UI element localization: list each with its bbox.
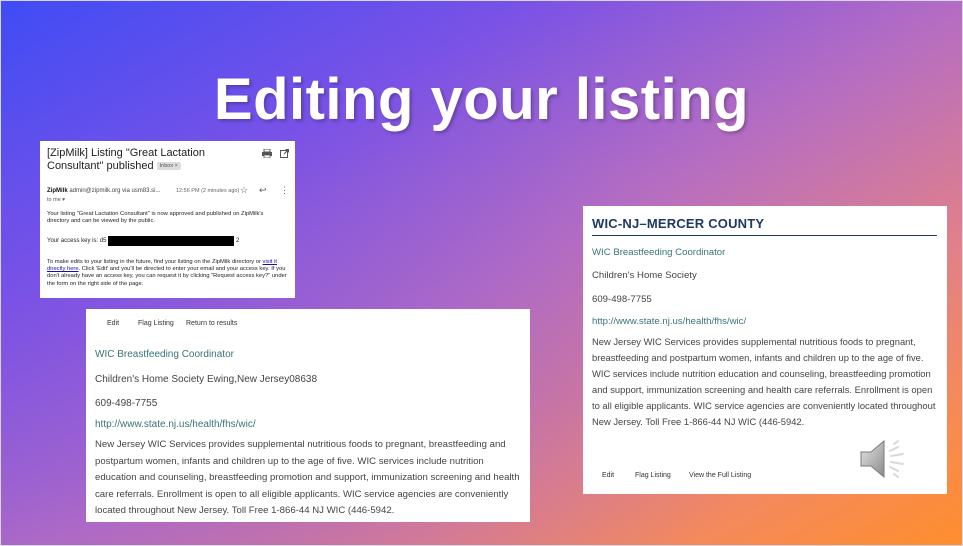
listing-organization: Children's Home Society [592,270,697,281]
sender-name: ZipMilk [47,188,68,194]
inbox-label-chip[interactable]: Inbox × [156,162,181,171]
email-paragraph: Your listing "Great Lactation Consultant… [47,211,264,225]
more-vert-icon[interactable]: ⋮ [280,185,289,196]
listing-organization: Children's Home Society Ewing,New Jersey… [95,374,318,385]
listing-phone: 609-498-7755 [592,294,652,305]
speaker-icon[interactable] [858,437,910,481]
listing-url-link[interactable]: http://www.state.nj.us/health/fhs/wic/ [95,419,256,430]
access-key-tail: 2 [236,238,240,244]
listing-description: New Jersey WIC Services provides supplem… [95,439,520,517]
edit-link[interactable]: Edit [107,320,119,327]
reply-icon[interactable]: ↩ [259,185,267,196]
heading-divider [592,235,937,236]
email-screenshot: [ZipMilk] Listing "Great Lactation Consu… [40,141,295,298]
edit-link[interactable]: Edit [602,472,614,479]
listing-phone: 609-498-7755 [95,398,158,409]
email-paragraph: To make edits to your listing in the fut… [47,259,287,288]
email-subject-text: [ZipMilk] Listing "Great Lactation Consu… [47,147,205,172]
listing-description: New Jersey WIC Services provides supplem… [592,336,936,427]
sender-address: admin@zipmilk.org via usm83.si... [69,188,161,194]
email-subject: [ZipMilk] Listing "Great Lactation Consu… [47,147,237,173]
print-icon[interactable] [262,149,272,158]
return-to-results-link[interactable]: Return to results [186,320,237,327]
access-key-label: Your access key is: d5 [47,238,107,244]
email-text: . Click 'Edit' and you'll be directed to… [47,266,287,287]
listing-url-link[interactable]: http://www.state.nj.us/health/fhs/wic/ [592,316,746,327]
slide-title: Editing your listing [213,67,750,132]
view-full-listing-link[interactable]: View the Full Listing [689,472,751,479]
email-text: To make edits to your listing in the fut… [47,259,263,265]
listing-title: WIC Breastfeeding Coordinator [592,247,726,258]
flag-listing-link[interactable]: Flag Listing [138,320,174,327]
listing-title: WIC Breastfeeding Coordinator [95,349,234,360]
email-sender: ZipMilk admin@zipmilk.org via usm83.si..… [47,188,160,194]
star-icon[interactable]: ☆ [240,185,248,196]
email-time: 12:56 PM (2 minutes ago) [176,188,240,194]
flag-listing-link[interactable]: Flag Listing [635,472,671,479]
county-heading: WIC-NJ–MERCER COUNTY [592,216,765,231]
email-recipient[interactable]: to me ▾ [47,197,65,203]
open-in-new-icon[interactable] [280,149,289,158]
slide: Editing your listing [ZipMilk] Listing "… [0,0,963,546]
listing-card-full: Edit Flag Listing Return to results WIC … [86,309,530,522]
redaction-bar [108,236,234,246]
